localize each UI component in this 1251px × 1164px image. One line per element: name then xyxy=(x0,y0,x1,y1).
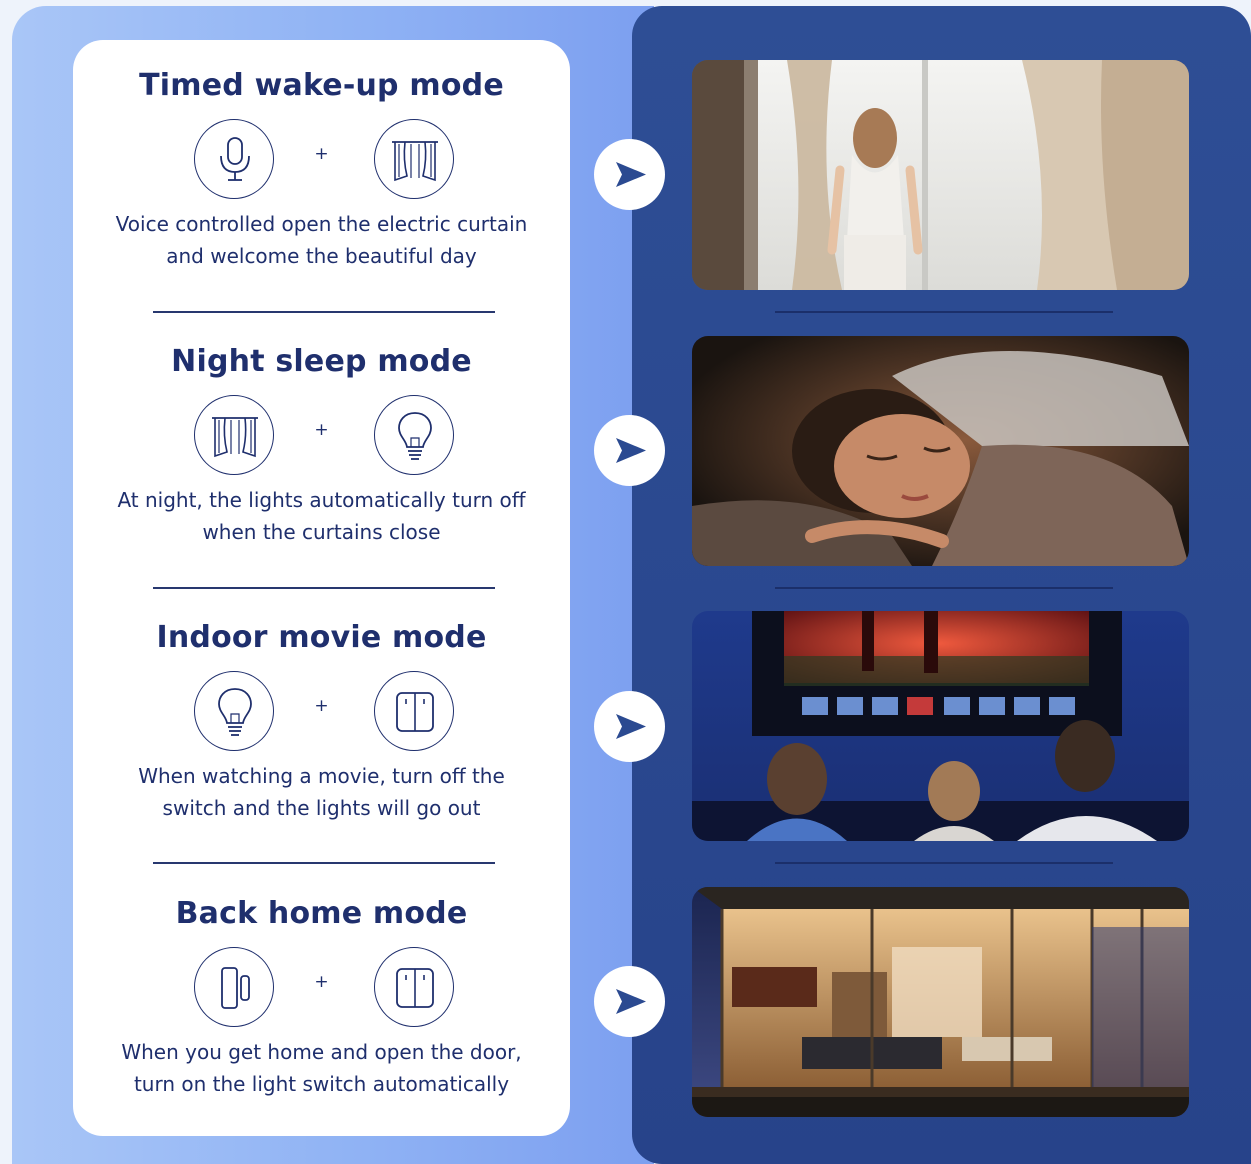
arrow-right-icon xyxy=(594,415,665,486)
mode-indoor-movie: Indoor movie mode + When watching a movi… xyxy=(73,620,570,840)
arrow-right-icon xyxy=(594,139,665,210)
indoor-movie-photo xyxy=(692,611,1189,841)
description-line-2: turn on the light switch automatically xyxy=(133,1072,510,1096)
mode-title: Timed wake-up mode xyxy=(139,68,504,103)
section-divider xyxy=(775,862,1113,864)
plus-sign: + xyxy=(314,144,329,164)
light-bulb-icon xyxy=(194,671,274,751)
light-bulb-icon xyxy=(374,395,454,475)
description-line-1: When you get home and open the door, xyxy=(121,1040,522,1064)
mode-title: Night sleep mode xyxy=(171,344,472,379)
mode-title: Back home mode xyxy=(175,896,468,931)
microphone-icon xyxy=(194,119,274,199)
curtain-icon xyxy=(194,395,274,475)
plus-sign: + xyxy=(314,696,329,716)
wall-switch-icon xyxy=(374,947,454,1027)
section-divider xyxy=(153,587,495,589)
door-sensor-icon xyxy=(194,947,274,1027)
arrow-right-icon xyxy=(594,691,665,762)
mode-description: When watching a movie, turn off the swit… xyxy=(73,760,570,824)
mode-description: At night, the lights automatically turn … xyxy=(73,484,570,548)
description-line-1: When watching a movie, turn off the xyxy=(138,764,505,788)
mode-back-home: Back home mode + When you get home and o… xyxy=(73,896,570,1116)
wakeup-photo xyxy=(692,60,1189,290)
mode-night-sleep: Night sleep mode + At night, the lights … xyxy=(73,344,570,564)
description-line-1: At night, the lights automatically turn … xyxy=(117,488,526,512)
mode-description: Voice controlled open the electric curta… xyxy=(73,208,570,272)
arrow-right-icon xyxy=(594,966,665,1037)
plus-sign: + xyxy=(314,420,329,440)
wall-switch-icon xyxy=(374,671,454,751)
curtain-icon xyxy=(374,119,454,199)
description-line-2: when the curtains close xyxy=(202,520,441,544)
section-divider xyxy=(153,311,495,313)
plus-sign: + xyxy=(314,972,329,992)
description-line-2: switch and the lights will go out xyxy=(162,796,481,820)
mode-timed-wakeup: Timed wake-up mode + Voice controlled op… xyxy=(73,68,570,288)
section-divider xyxy=(153,862,495,864)
night-sleep-photo xyxy=(692,336,1189,566)
section-divider xyxy=(775,587,1113,589)
section-divider xyxy=(775,311,1113,313)
mode-title: Indoor movie mode xyxy=(156,620,487,655)
description-line-2: and welcome the beautiful day xyxy=(166,244,477,268)
back-home-photo xyxy=(692,887,1189,1117)
description-line-1: Voice controlled open the electric curta… xyxy=(115,212,528,236)
mode-description: When you get home and open the door, tur… xyxy=(73,1036,570,1100)
